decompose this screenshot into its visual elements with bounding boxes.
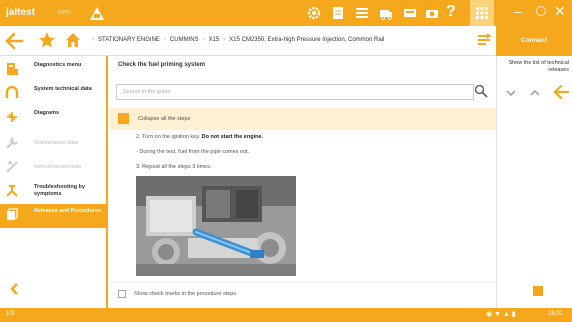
breadcrumb: › STATIONARY ENGINE › CUMMINS › X15 › X15 CM235… [88,37,384,43]
technical-releases-link[interactable]: Show the list of technical releases [503,60,569,74]
sidebar-item-label: Vehicle/vessel data [34,164,82,170]
chevron-down-icon[interactable] [505,87,517,99]
breadcrumb-separator: › [92,37,94,43]
sidebar-item-diagnostics-menu[interactable]: Diagnostics menu [0,58,106,82]
breadcrumb-separator: › [223,37,226,43]
breadcrumb-item[interactable]: CUMMINS [170,37,199,43]
maximize-icon[interactable] [536,6,546,16]
check-marks-checkbox[interactable] [118,290,126,298]
status-left: 1/3 [6,311,15,317]
shortcut-icon[interactable] [476,32,492,48]
title-bar: jaltest cvm ? – ✕ [0,0,572,26]
list-icon[interactable] [354,5,370,21]
save-icon[interactable] [533,286,543,296]
vehicle-data-icon [6,160,18,173]
sidebar-item-label: Maintenance data [34,140,78,146]
procedure-footer: Show check marks in the procedure steps. [110,282,542,304]
engine-photo [136,176,296,276]
breadcrumb-separator: › [163,37,166,43]
step-warning: Do not start the engine. [201,134,264,140]
sidebar-item-diagrams[interactable]: Diagrams [0,106,106,130]
navigation-bar: › STATIONARY ENGINE › CUMMINS › X15 › X15 CM235… [0,26,572,56]
search-input[interactable]: Search in the guide [116,84,474,100]
wifi-icon: ◉ [486,311,493,318]
sidebar-item-system-technical-data[interactable]: System technical data [0,82,106,106]
apps-grid-button[interactable] [470,0,494,26]
home-icon[interactable] [64,31,82,49]
step-text: 2. Turn on the ignition key. [136,134,201,140]
connect-button[interactable]: Connect [496,26,572,56]
procedure-step: 3. Repeat all the steps 3 times. [136,164,212,170]
chevron-up-icon[interactable] [529,87,541,99]
gear-icon[interactable] [306,5,322,21]
sidebar-item-vehicle-vessel-data: Vehicle/vessel data [0,156,106,180]
breadcrumb-item[interactable]: X15 [209,37,220,43]
sidebar-item-label: Diagnostics menu [34,62,82,68]
status-bar: 1/3 ◉ ▼ ▲ ▮ 16:01 [0,308,572,322]
warning-icon: ▲ [502,311,510,318]
maintenance-icon [6,137,18,149]
check-marks-label: Show check marks in the procedure steps. [134,291,238,297]
minimize-icon[interactable]: – [514,3,522,19]
status-icons: ◉ ▼ ▲ ▮ [486,310,516,318]
procedure-step: 2. Turn on the ignition key. Do not star… [136,134,263,140]
right-panel: Show the list of technical releases [496,56,572,308]
page-title: Check the fuel priming system [118,62,206,68]
collapse-label: Collapse all the steps [138,116,191,122]
sidebar-item-troubleshooting[interactable]: Troubleshooting by symptoms [0,180,106,204]
document-icon[interactable] [330,5,346,21]
app-logo: jaltest [6,7,35,18]
bus-icon[interactable] [402,5,418,21]
star-icon[interactable] [38,31,56,49]
search-icon[interactable] [474,84,488,98]
breadcrumb-separator: › [202,37,205,43]
sidebar-item-maintenance-data: Maintenance data [0,132,106,156]
search-placeholder: Search in the guide [123,89,171,95]
releases-icon [7,208,18,220]
breadcrumb-item[interactable]: STATIONARY ENGINE [98,37,160,43]
truck-icon[interactable] [378,5,394,21]
camera-icon[interactable] [424,5,440,21]
back-arrow-icon[interactable] [553,84,569,100]
help-icon[interactable]: ? [446,3,456,21]
sidebar-item-label: Releases and Procedures [34,208,101,214]
grid-icon [476,7,488,19]
vehicle-logo-icon [90,7,104,20]
clock: 16:01 [548,311,564,317]
sidebar-item-label: Troubleshooting by symptoms [34,184,86,197]
sidebar-item-label: System technical data [34,86,92,92]
sidebar-item-label: Diagrams [34,110,60,116]
sidebar-item-releases-procedures[interactable]: Releases and Procedures [0,204,106,228]
procedure-panel: Check the fuel priming system Search in … [110,56,572,308]
technical-data-icon [5,86,19,98]
procedure-content: 2. Turn on the ignition key. Do not star… [110,130,542,276]
sidebar: Diagnostics menu System technical data D… [0,56,108,308]
back-arrow-icon[interactable] [4,31,24,51]
troubleshooting-icon [6,185,18,197]
app-logo-sub: cvm [58,9,71,16]
breadcrumb-item[interactable]: X15 CM2350, Extra-high Pressure Injectio… [229,37,384,43]
collapse-sidebar-icon[interactable] [8,282,22,296]
connection-icon: ▼ [494,311,501,318]
diagrams-icon [7,112,17,122]
close-icon[interactable]: ✕ [554,3,566,20]
diagnostics-icon [7,63,18,75]
battery-icon: ▮ [511,311,516,318]
collapse-toggle[interactable] [118,113,129,124]
procedure-substep: - During the test, fuel from the pipe co… [136,149,250,155]
